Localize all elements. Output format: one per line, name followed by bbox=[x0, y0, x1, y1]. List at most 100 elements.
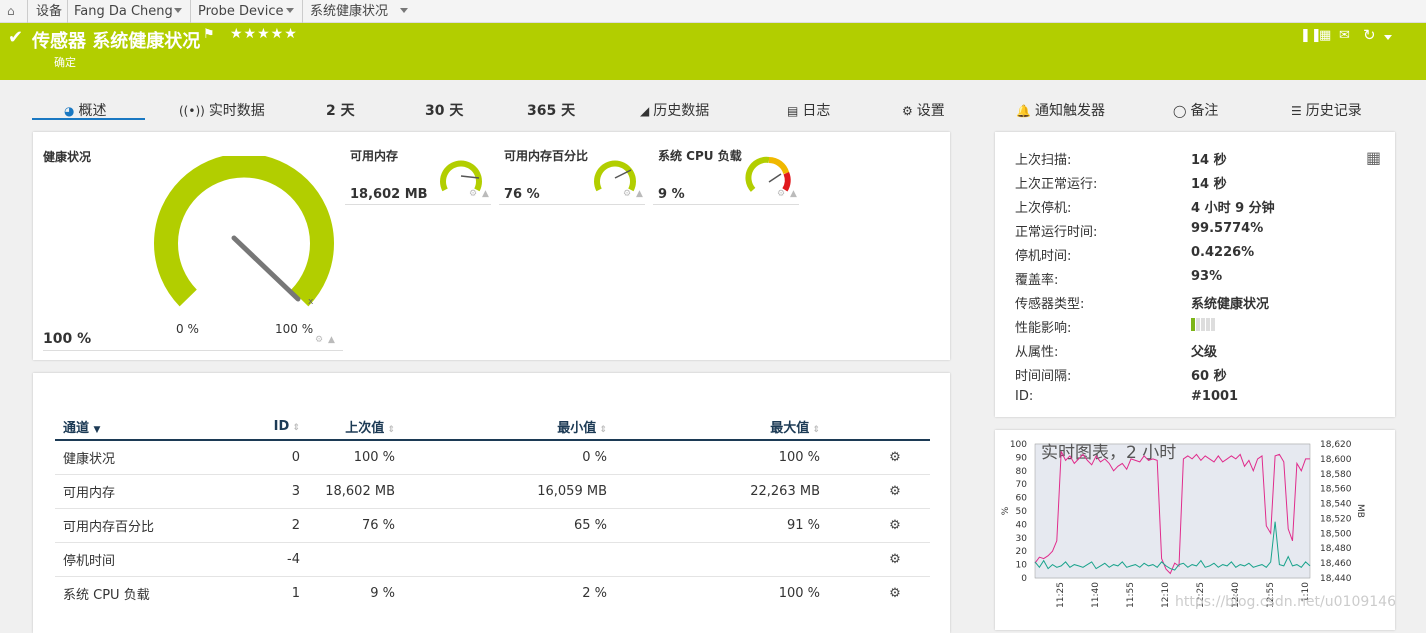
priority-stars[interactable]: ★★★★★ bbox=[230, 26, 298, 42]
gauge-label-memory: 可用内存 bbox=[350, 149, 399, 163]
y2-tick-label: 18,520 bbox=[1320, 514, 1352, 524]
y2-tick-label: 18,440 bbox=[1320, 574, 1352, 584]
gears-icon[interactable]: ⚙ bbox=[820, 473, 930, 508]
info-value: 93% bbox=[1191, 269, 1223, 284]
cpu-gauge bbox=[745, 156, 791, 192]
tab-history[interactable]: ☰ 历史记录 bbox=[1291, 100, 1362, 120]
y-tick-label: 90 bbox=[1016, 453, 1028, 463]
page-title: 传感器 系统健康状况 bbox=[32, 31, 201, 52]
column-header-min[interactable]: 最小值 ⇕ bbox=[395, 413, 607, 440]
y2-tick-label: 18,540 bbox=[1320, 500, 1352, 510]
info-panel: ▦ 上次扫描: 14 秒上次正常运行: 14 秒上次停机: 4 小时 9 分钟 正常运行… bbox=[995, 132, 1395, 417]
column-header-id[interactable]: ID ⇕ bbox=[205, 413, 300, 440]
qr-code-icon[interactable]: ▦ bbox=[1366, 148, 1381, 167]
info-label: 正常运行时间: bbox=[1015, 225, 1098, 240]
gauge-label-memory-percent: 可用内存百分比 bbox=[504, 149, 589, 163]
info-label: ID: bbox=[1015, 389, 1034, 404]
y2-tick-label: 18,480 bbox=[1320, 544, 1352, 554]
pin-icon[interactable]: ▲ bbox=[482, 189, 489, 199]
tab-bar: ◕ 概述 ((•)) 实时数据 2 天 30 天 365 天 ◢ 历史数据 ▤ 日志 ⚙… bbox=[0, 96, 1426, 120]
y-tick-label: 80 bbox=[1016, 467, 1028, 477]
pin-icon[interactable]: ▲ bbox=[636, 189, 643, 199]
table-row[interactable]: 系统 CPU 负载 1 9 % 2 % 100 % ⚙ bbox=[55, 575, 930, 610]
plot-area bbox=[1034, 443, 1311, 579]
tab-2-days[interactable]: 2 天 bbox=[326, 100, 355, 120]
breadcrumb-item-devices[interactable]: 设备 bbox=[36, 0, 62, 23]
chevron-down-icon[interactable] bbox=[286, 8, 294, 13]
gauge-value-health: 100 % bbox=[43, 331, 92, 347]
memory-percent-gauge bbox=[594, 160, 636, 192]
breadcrumb-item-device[interactable]: Probe Device bbox=[198, 0, 283, 23]
column-header-channel[interactable]: 通道 ▼ bbox=[55, 413, 205, 440]
y2-tick-label: 18,500 bbox=[1320, 529, 1352, 539]
tab-notification-triggers[interactable]: 🔔 通知触发器 bbox=[1016, 100, 1105, 120]
status-badge: 确定 bbox=[54, 56, 76, 69]
y-tick-label: 10 bbox=[1016, 561, 1028, 571]
live-chart-panel: MB% 1:10 12:55 12:40 12:25 12:10 11:55 11:40 11:… bbox=[995, 430, 1395, 630]
table-row[interactable]: 停机时间 -4 ⚙ bbox=[55, 541, 930, 576]
gauge-panel: 健康状况 x 0 % 100 % 100 % ⚙ ▲ 可用内存 18,602 M… bbox=[33, 132, 950, 360]
pin-icon[interactable]: ▲ bbox=[328, 335, 335, 345]
flag-icon[interactable]: ⚑ bbox=[203, 27, 215, 42]
tab-historic-data[interactable]: ◢ 历史数据 bbox=[640, 100, 709, 120]
info-value: 父级 bbox=[1191, 345, 1218, 360]
tab-comments[interactable]: ◯ 备注 bbox=[1173, 100, 1218, 120]
y2-tick-label: 18,580 bbox=[1320, 470, 1352, 480]
gear-icon[interactable]: ⚙ bbox=[469, 189, 477, 199]
y-tick-label: 20 bbox=[1016, 547, 1028, 557]
tab-settings[interactable]: ⚙ 设置 bbox=[902, 100, 945, 120]
info-label: 上次扫描: bbox=[1015, 153, 1072, 168]
table-row[interactable]: 可用内存 3 18,602 MB 16,059 MB 22,263 MB ⚙ bbox=[55, 473, 930, 508]
gear-icon[interactable]: ⚙ bbox=[777, 189, 785, 199]
chevron-down-icon[interactable] bbox=[174, 8, 182, 13]
gears-icon[interactable]: ⚙ bbox=[820, 507, 930, 542]
column-header-last-value[interactable]: 上次值 ⇕ bbox=[300, 413, 395, 440]
pin-icon[interactable]: ▲ bbox=[790, 189, 797, 199]
bell-icon: 🔔 bbox=[1016, 104, 1031, 118]
tab-365-days[interactable]: 365 天 bbox=[527, 100, 575, 120]
gauge-value-memory: 18,602 MB bbox=[350, 187, 428, 202]
gear-icon: ⚙ bbox=[902, 104, 913, 118]
gauge-max: 100 % bbox=[275, 322, 314, 336]
gauge-icon: ◕ bbox=[64, 104, 75, 118]
home-icon[interactable]: ⌂ bbox=[7, 0, 15, 23]
report-icon[interactable]: ▦ bbox=[1319, 28, 1331, 43]
list-icon: ▤ bbox=[787, 104, 799, 118]
table-row[interactable]: 健康状况 0 100 % 0 % 100 % ⚙ bbox=[55, 439, 930, 474]
tab-live-data[interactable]: ((•)) 实时数据 bbox=[179, 100, 265, 120]
gauge-arc bbox=[154, 156, 334, 307]
info-value: 0.4226% bbox=[1191, 245, 1255, 260]
tab-log[interactable]: ▤ 日志 bbox=[787, 100, 830, 120]
info-value: 系统健康状况 bbox=[1191, 297, 1270, 312]
breadcrumb: ⌂ 设备 Fang Da Cheng Probe Device 系统健康状况 bbox=[0, 0, 1426, 23]
y-tick-label: 60 bbox=[1016, 494, 1028, 504]
y2-tick-label: 18,600 bbox=[1320, 455, 1352, 465]
y2-tick-label: 18,460 bbox=[1320, 559, 1352, 569]
gauge-label-health: 健康状况 bbox=[43, 150, 92, 164]
gauge-value-cpu: 9 % bbox=[658, 187, 685, 202]
chevron-down-icon[interactable] bbox=[1384, 35, 1392, 40]
gears-icon[interactable]: ⚙ bbox=[820, 439, 930, 474]
area-chart-icon: ◢ bbox=[640, 104, 650, 118]
check-icon: ✔ bbox=[8, 27, 24, 48]
gauge-x-marker: x bbox=[308, 297, 314, 307]
info-label: 性能影响: bbox=[1015, 321, 1072, 336]
column-header-max[interactable]: 最大值 ⇕ bbox=[607, 413, 820, 440]
tab-30-days[interactable]: 30 天 bbox=[425, 100, 463, 120]
refresh-icon[interactable]: ↻ bbox=[1363, 26, 1376, 44]
chevron-down-icon[interactable] bbox=[400, 8, 408, 13]
gears-icon[interactable]: ⚙ bbox=[820, 541, 930, 576]
gear-icon[interactable]: ⚙ bbox=[315, 335, 323, 345]
table-row[interactable]: 可用内存百分比 2 76 % 65 % 91 % ⚙ bbox=[55, 507, 930, 542]
gear-icon[interactable]: ⚙ bbox=[623, 189, 631, 199]
info-label: 时间间隔: bbox=[1015, 369, 1072, 384]
gears-icon[interactable]: ⚙ bbox=[820, 575, 930, 610]
mail-icon[interactable]: ✉ bbox=[1339, 28, 1350, 43]
channel-table: 通道 ▼ ID ⇕ 上次值 ⇕ 最小值 ⇕ 最大值 ⇕ 健康状况 0 100 %… bbox=[55, 413, 930, 610]
tab-overview[interactable]: ◕ 概述 bbox=[64, 100, 106, 120]
breadcrumb-item-sensor[interactable]: 系统健康状况 bbox=[310, 0, 388, 23]
info-value: 14 秒 bbox=[1191, 177, 1227, 192]
info-label: 传感器类型: bbox=[1015, 297, 1085, 312]
breadcrumb-item-group[interactable]: Fang Da Cheng bbox=[74, 0, 173, 23]
info-value: 99.5774% bbox=[1191, 221, 1264, 236]
